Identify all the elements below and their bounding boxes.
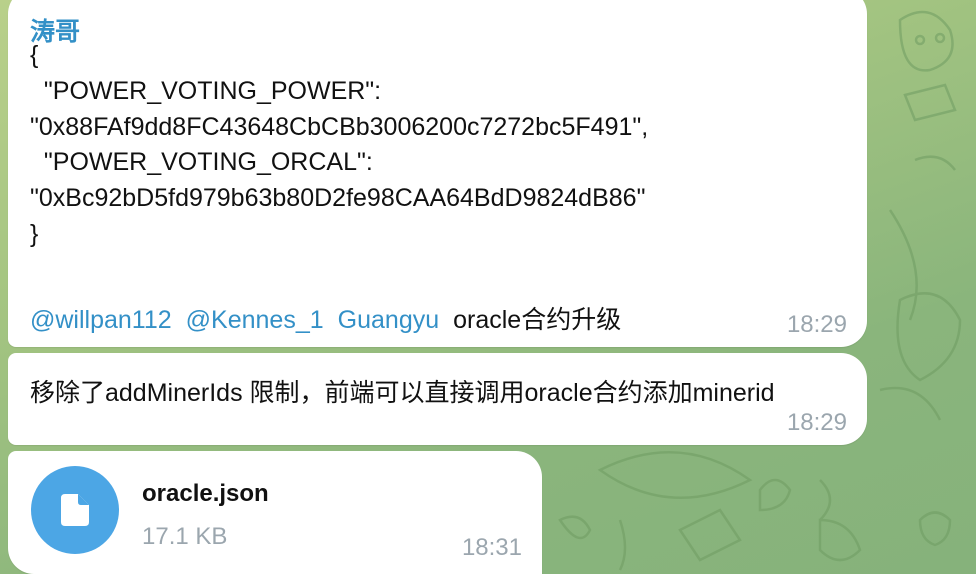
message-timestamp: 18:31 [461, 534, 522, 561]
file-message-bubble[interactable]: oracle.json 17.1 KB 18:31 [8, 451, 542, 574]
message-bubble-1[interactable]: 涛哥 { "POWER_VOTING_POWER": "0x88FAf9dd8F… [8, 0, 867, 347]
code-line: { [30, 41, 39, 69]
file-size: 17.1 KB [142, 523, 228, 550]
mention-link[interactable]: Guangyu [338, 306, 439, 334]
code-line: "POWER_VOTING_POWER": [30, 76, 382, 105]
mention-link[interactable]: @Kennes_1 [186, 306, 324, 334]
code-line: "0xBc92bD5fd979b63b80D2fe98CAA64BdD9824d… [30, 184, 646, 213]
document-icon [61, 494, 89, 526]
code-line: } [30, 219, 39, 248]
message-bubble-2[interactable]: 移除了addMinerIds 限制，前端可以直接调用oracle合约添加mine… [8, 353, 867, 445]
message-text: oracle合约升级 [453, 306, 622, 334]
code-line: "POWER_VOTING_ORCAL": [30, 148, 373, 177]
file-icon[interactable] [31, 466, 119, 554]
mention-link[interactable]: @willpan112 [30, 306, 172, 334]
message-timestamp: 18:29 [786, 409, 847, 436]
code-line: "0x88FAf9dd8FC43648CbCBb3006200c7272bc5F… [30, 112, 649, 141]
message-mentions-line: @willpan112 @Kennes_1 Guangyu oracle合约升级 [30, 300, 621, 336]
message-code-text: { "POWER_VOTING_POWER": "0x88FAf9dd8FC43… [30, 38, 648, 253]
message-timestamp: 18:29 [786, 311, 847, 338]
message-text: 移除了addMinerIds 限制，前端可以直接调用oracle合约添加mine… [30, 379, 775, 407]
file-name[interactable]: oracle.json [142, 480, 269, 508]
